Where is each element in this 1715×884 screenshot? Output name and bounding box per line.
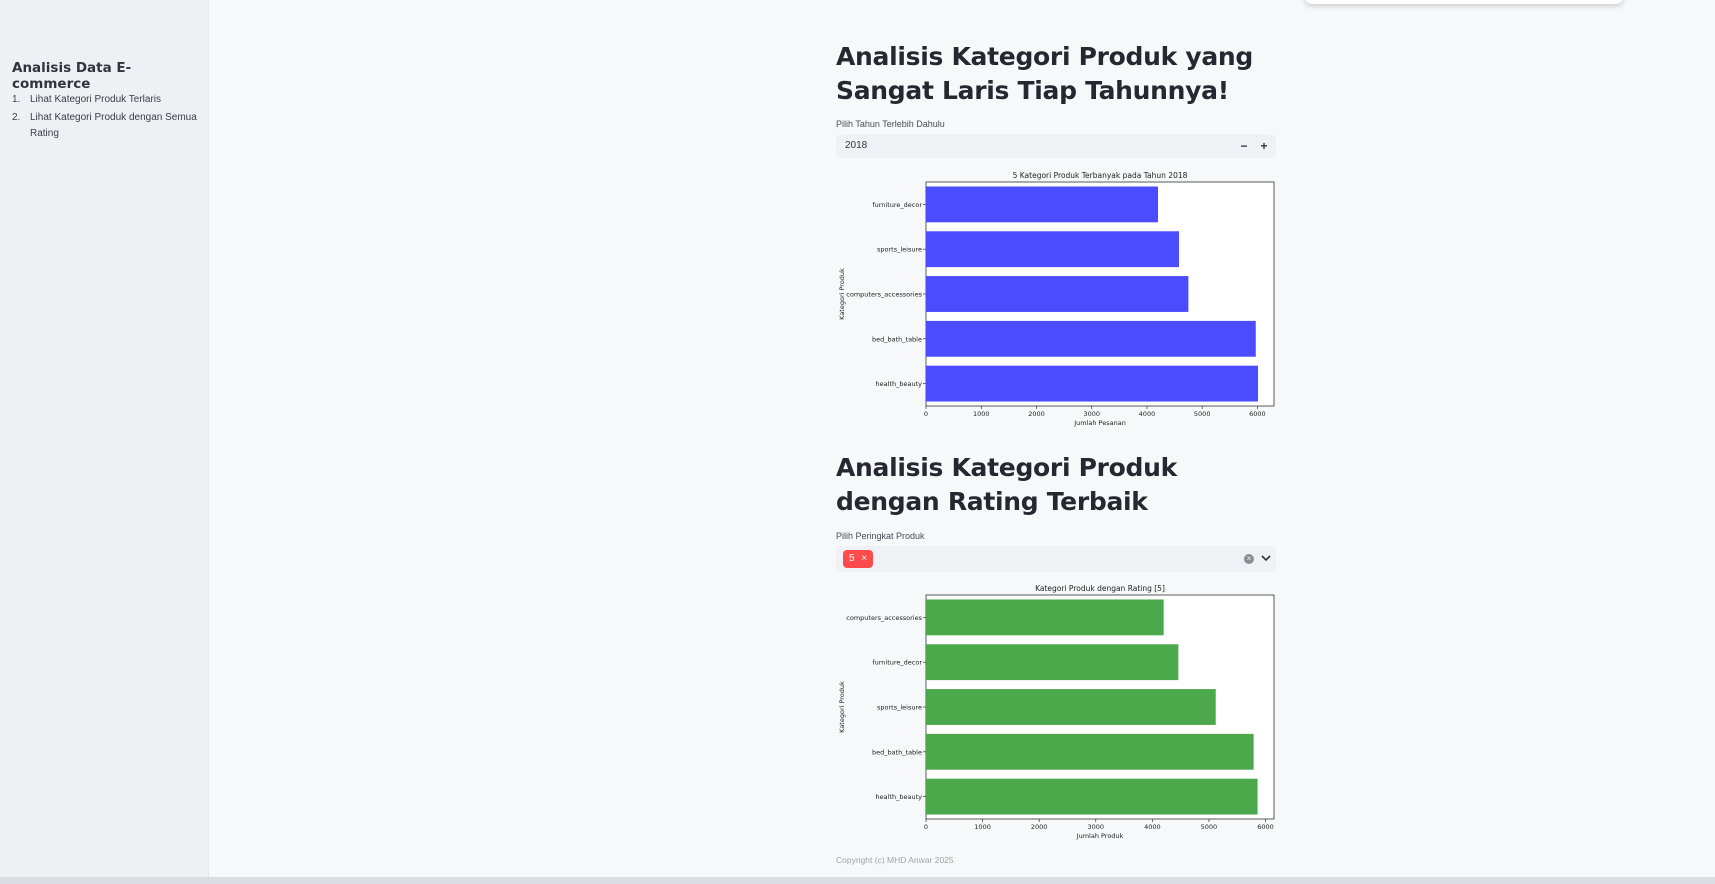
x-tick-label: 6000 (1257, 823, 1274, 831)
y-axis-label: Kategori Produk (838, 681, 846, 733)
bar-bed_bath_table (926, 733, 1254, 770)
x-tick-label: 0 (924, 410, 928, 418)
chart-title: 5 Kategori Produk Terbanyak pada Tahun 2… (1013, 171, 1188, 180)
y-tick-label: furniture_decor (872, 201, 922, 209)
sidebar-item-label[interactable]: Lihat Kategori Produk dengan Semua Ratin… (30, 110, 200, 142)
y-tick-label: sports_leisure (877, 704, 922, 712)
bar-furniture_decor (926, 644, 1179, 681)
bar-sports_leisure (926, 689, 1216, 725)
y-axis-label: Kategori Produk (838, 268, 846, 320)
x-tick-label: 1000 (973, 410, 990, 418)
x-tick-label: 3000 (1087, 823, 1104, 831)
sidebar-nav-list: 1. Lihat Kategori Produk Terlaris 2. Lih… (12, 92, 200, 144)
chart-rating-categories-svg: Kategori Produk dengan Rating [5] compute… (838, 584, 1275, 840)
x-tick-label: 6000 (1249, 410, 1266, 418)
decrement-button[interactable]: − (1235, 137, 1253, 155)
bottom-divider (0, 877, 1715, 884)
y-tick-label: bed_bath_table (872, 335, 922, 343)
x-axis-label: Jumlah Produk (1076, 832, 1124, 840)
bar-health_beauty (926, 778, 1258, 815)
year-number-input[interactable]: 2018 − + (836, 134, 1276, 158)
y-tick-label: computers_accessories (846, 614, 922, 622)
chart-top-categories-svg: 5 Kategori Produk Terbanyak pada Tahun 2… (838, 171, 1275, 427)
year-value[interactable]: 2018 (845, 140, 867, 151)
rating-multiselect[interactable]: 5 × × (836, 546, 1276, 572)
bar-computers_accessories (926, 276, 1189, 312)
y-tick-label: furniture_decor (872, 659, 922, 667)
x-tick-label: 4000 (1144, 823, 1161, 831)
x-tick-label: 3000 (1083, 410, 1100, 418)
tag-remove-icon[interactable]: × (861, 553, 867, 564)
sidebar-title: Analisis Data E-commerce (12, 60, 132, 92)
rating-tag-label: 5 (849, 553, 855, 564)
bar-furniture_decor (926, 186, 1158, 223)
x-tick-label: 0 (924, 823, 928, 831)
rating-input-label: Pilih Peringkat Produk (836, 531, 925, 541)
x-tick-label: 4000 (1139, 410, 1156, 418)
sidebar-item-best-selling[interactable]: 1. Lihat Kategori Produk Terlaris (12, 92, 200, 108)
dropdown-popover (1305, 0, 1623, 4)
bar-health_beauty (926, 365, 1258, 402)
y-tick-label: health_beauty (876, 380, 923, 388)
chart-title: Kategori Produk dengan Rating [5] (1035, 584, 1165, 593)
year-input-label: Pilih Tahun Terlebih Dahulu (836, 119, 945, 129)
x-tick-label: 2000 (1031, 823, 1048, 831)
sidebar: Analisis Data E-commerce 1. Lihat Katego… (0, 0, 209, 877)
bar-bed_bath_table (926, 320, 1256, 357)
sidebar-item-all-ratings[interactable]: 2. Lihat Kategori Produk dengan Semua Ra… (12, 110, 200, 142)
y-tick-label: sports_leisure (877, 246, 922, 254)
y-tick-label: health_beauty (876, 793, 923, 801)
sidebar-item-number: 2. (12, 112, 21, 123)
rating-tag[interactable]: 5 × (843, 550, 874, 568)
y-tick-label: computers_accessories (846, 291, 922, 299)
footer-copyright: Copyright (c) MHD Anwar 2025 (836, 855, 954, 865)
x-tick-label: 5000 (1194, 410, 1211, 418)
x-tick-label: 2000 (1028, 410, 1045, 418)
sidebar-item-label[interactable]: Lihat Kategori Produk Terlaris (30, 92, 200, 108)
chart-top-categories: 5 Kategori Produk Terbanyak pada Tahun 2… (836, 168, 1276, 435)
x-tick-label: 5000 (1201, 823, 1218, 831)
x-circle-icon[interactable]: × (1244, 554, 1254, 564)
y-tick-label: bed_bath_table (872, 748, 922, 756)
bar-computers_accessories (926, 599, 1164, 636)
chevron-down-icon[interactable] (1260, 551, 1272, 565)
x-axis-label: Jumlah Pesanan (1073, 419, 1126, 427)
section1-heading: Analisis Kategori Produk yang Sangat Lar… (836, 42, 1254, 105)
x-tick-label: 1000 (974, 823, 991, 831)
chart-rating-categories: Kategori Produk dengan Rating [5] compute… (836, 581, 1276, 848)
bar-sports_leisure (926, 231, 1179, 268)
sidebar-item-number: 1. (12, 94, 21, 105)
increment-button[interactable]: + (1255, 137, 1273, 155)
section2-heading: Analisis Kategori Produk dengan Rating T… (836, 453, 1177, 516)
